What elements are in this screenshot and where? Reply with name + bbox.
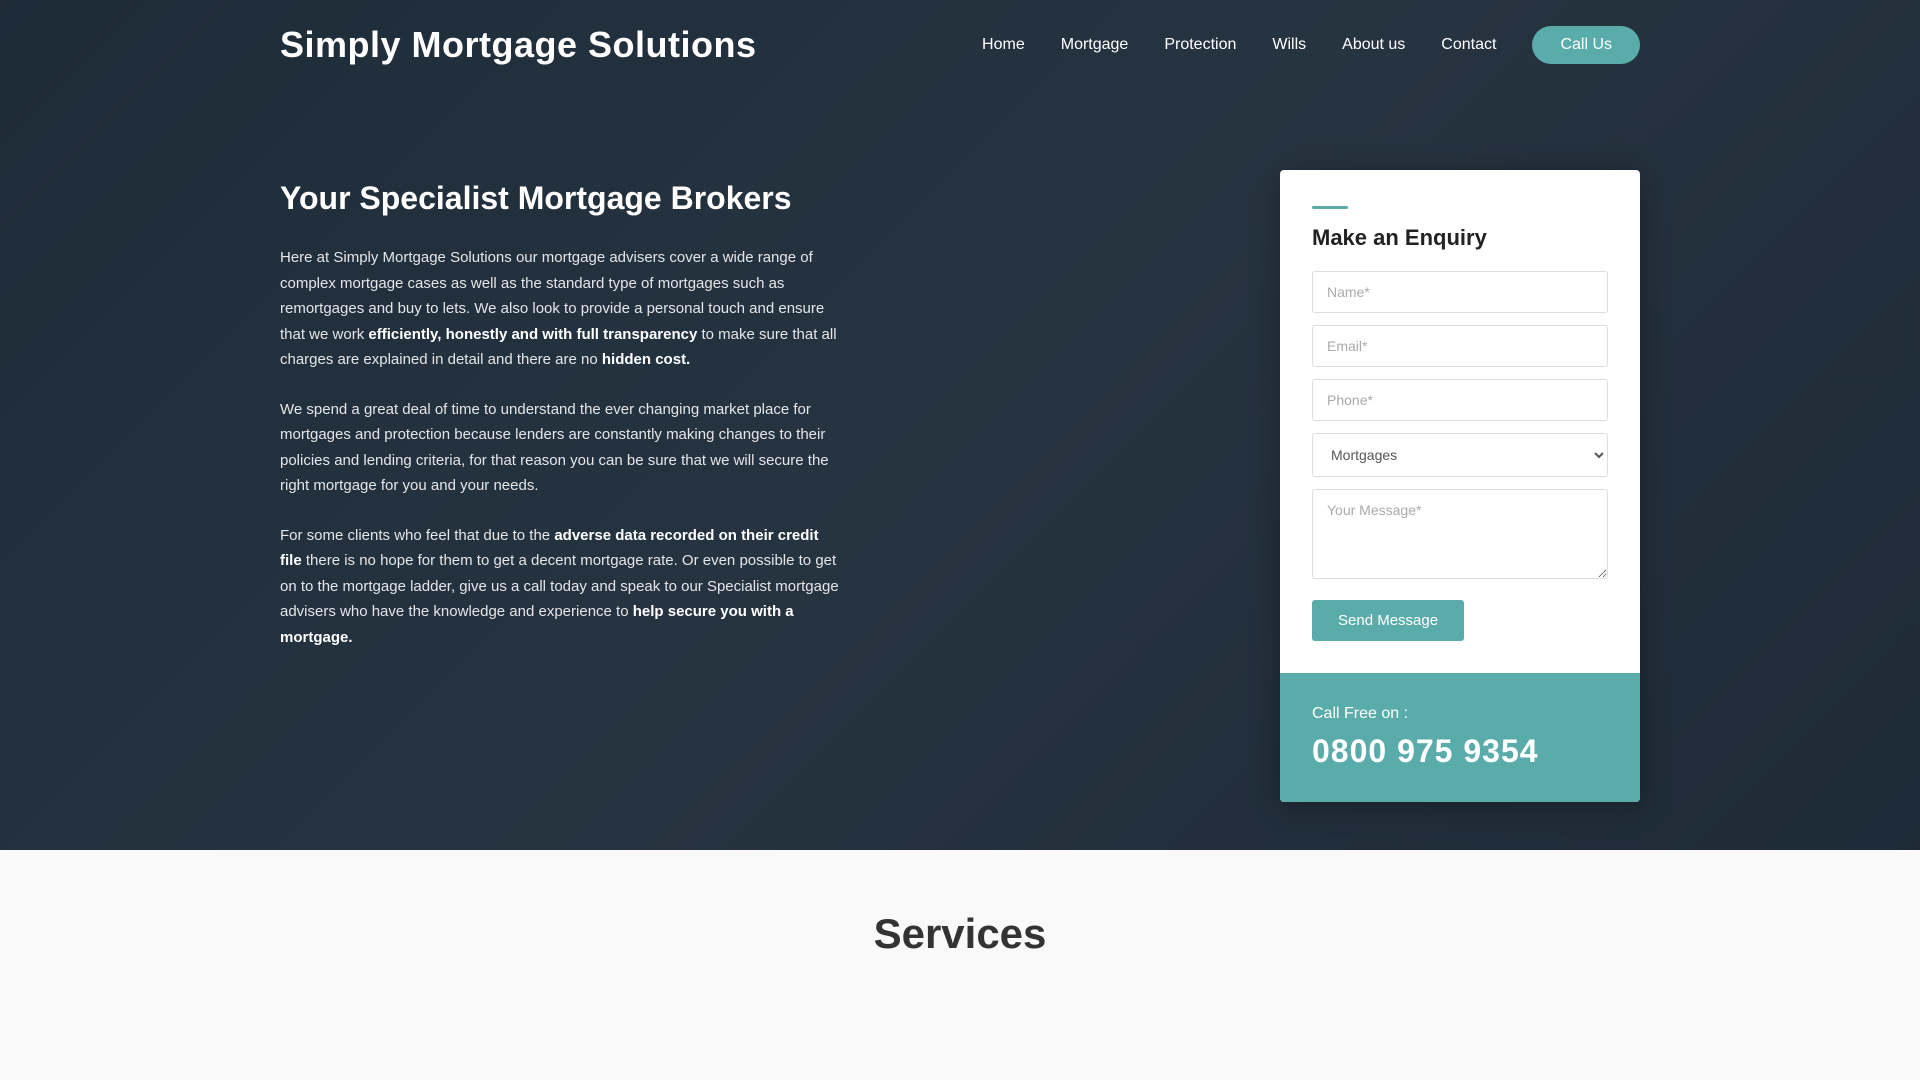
message-textarea[interactable] xyxy=(1312,489,1608,579)
call-section: Call Free on : 0800 975 9354 xyxy=(1280,673,1640,802)
enquiry-form-section: Make an Enquiry Mortgages Protection Wil… xyxy=(1280,170,1640,673)
nav-item-protection[interactable]: Protection xyxy=(1164,36,1236,54)
nav-item-home[interactable]: Home xyxy=(982,36,1025,54)
hero-paragraph-3: For some clients who feel that due to th… xyxy=(280,523,840,651)
nav-item-about[interactable]: About us xyxy=(1342,36,1405,54)
nav-link-wills[interactable]: Wills xyxy=(1272,36,1306,53)
hero-text: Your Specialist Mortgage Brokers Here at… xyxy=(280,170,840,674)
enquiry-title: Make an Enquiry xyxy=(1312,225,1608,251)
name-input[interactable] xyxy=(1312,271,1608,313)
hero-p1-bold: efficiently, honestly and with full tran… xyxy=(368,326,697,343)
hero-p1-bold2: hidden cost. xyxy=(602,351,690,368)
service-select[interactable]: Mortgages Protection Wills Other xyxy=(1312,433,1608,477)
nav-cta[interactable]: Call Us xyxy=(1532,26,1640,64)
email-input[interactable] xyxy=(1312,325,1608,367)
call-label: Call Free on : xyxy=(1312,705,1608,723)
nav-links: Home Mortgage Protection Wills About us … xyxy=(982,26,1640,64)
nav-link-about[interactable]: About us xyxy=(1342,36,1405,53)
call-number: 0800 975 9354 xyxy=(1312,733,1608,770)
hero-paragraph-1: Here at Simply Mortgage Solutions our mo… xyxy=(280,245,840,373)
hero-paragraph-2: We spend a great deal of time to underst… xyxy=(280,397,840,499)
hero-title: Your Specialist Mortgage Brokers xyxy=(280,180,840,217)
nav-item-contact[interactable]: Contact xyxy=(1441,36,1496,54)
nav-link-protection[interactable]: Protection xyxy=(1164,36,1236,53)
call-us-button[interactable]: Call Us xyxy=(1532,26,1640,64)
phone-input[interactable] xyxy=(1312,379,1608,421)
enquiry-card: Make an Enquiry Mortgages Protection Wil… xyxy=(1280,170,1640,802)
enquiry-accent-bar xyxy=(1312,206,1348,209)
nav-item-wills[interactable]: Wills xyxy=(1272,36,1306,54)
hero-p3-pre: For some clients who feel that due to th… xyxy=(280,527,554,544)
nav-item-mortgage[interactable]: Mortgage xyxy=(1061,36,1129,54)
brand-logo[interactable]: Simply Mortgage Solutions xyxy=(280,24,757,66)
services-section: Services xyxy=(0,850,1920,1080)
navbar: Simply Mortgage Solutions Home Mortgage … xyxy=(0,0,1920,90)
nav-link-mortgage[interactable]: Mortgage xyxy=(1061,36,1129,53)
send-message-button[interactable]: Send Message xyxy=(1312,600,1464,641)
hero-section: Simply Mortgage Solutions Home Mortgage … xyxy=(0,0,1920,850)
nav-link-contact[interactable]: Contact xyxy=(1441,36,1496,53)
services-title: Services xyxy=(874,890,1047,958)
nav-link-home[interactable]: Home xyxy=(982,36,1025,53)
hero-content: Your Specialist Mortgage Brokers Here at… xyxy=(0,0,1920,850)
